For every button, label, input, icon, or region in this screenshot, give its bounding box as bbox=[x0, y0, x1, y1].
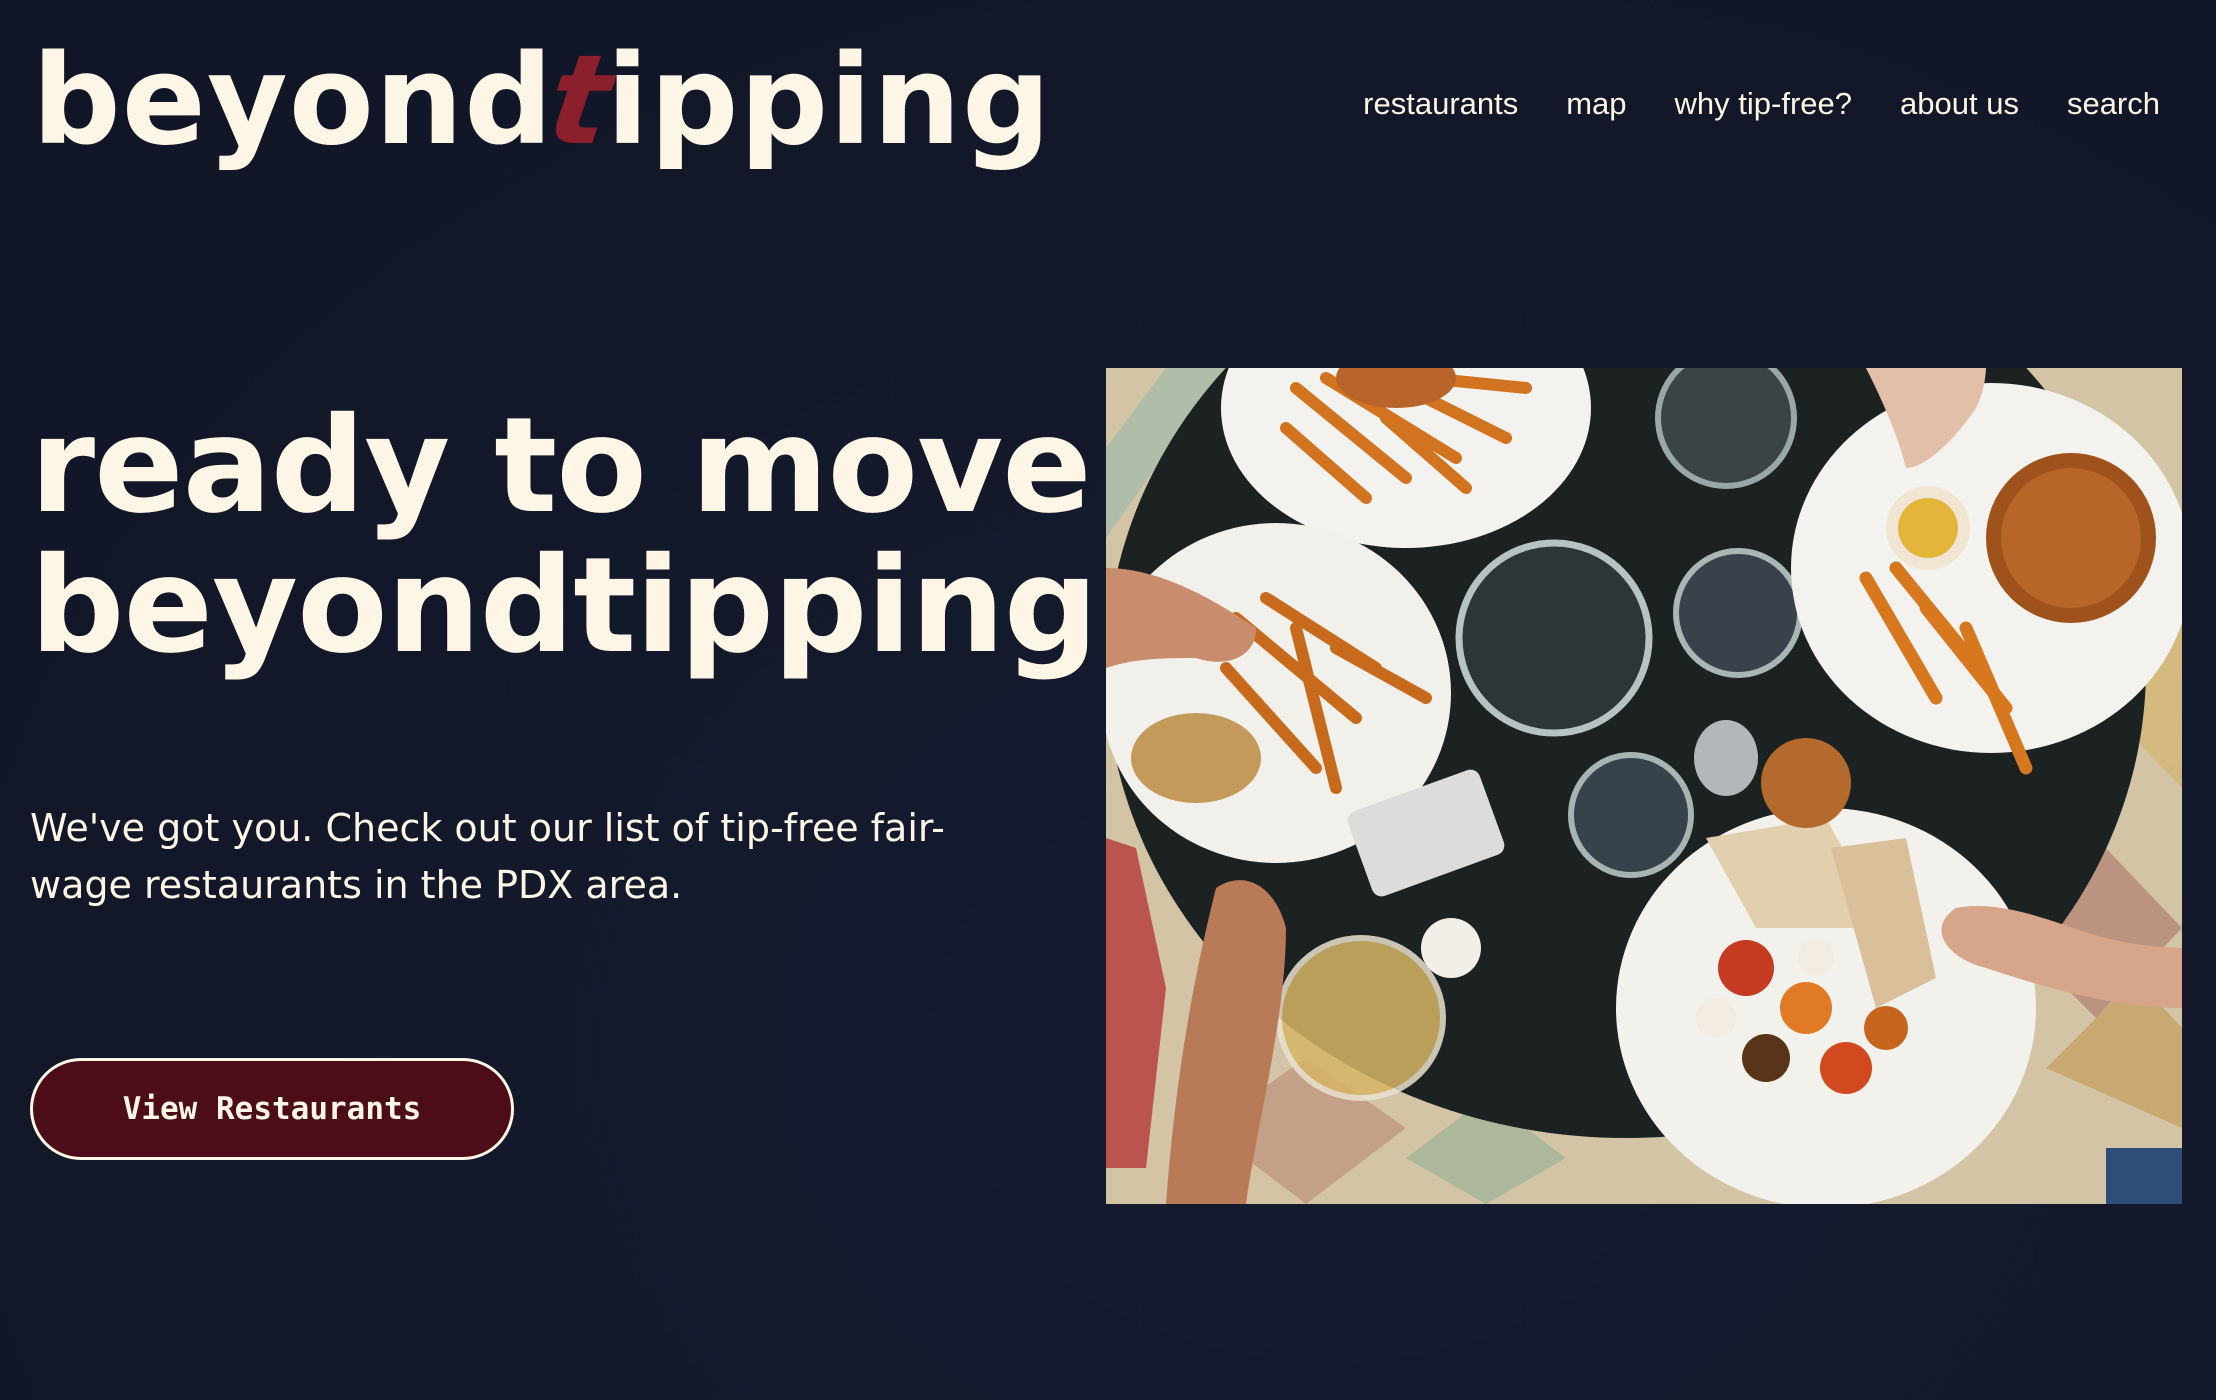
logo-text-before: beyond bbox=[32, 29, 554, 173]
logo-text-after: ipping bbox=[606, 29, 1052, 173]
nav-link-map[interactable]: map bbox=[1566, 86, 1626, 122]
hero-title-line-1: ready to move bbox=[30, 389, 1092, 543]
main-nav: restaurants map why tip-free? about us s… bbox=[1363, 86, 2160, 122]
hero-title-line-2: beyondtipping? bbox=[30, 529, 1174, 683]
nav-link-about-us[interactable]: about us bbox=[1900, 86, 2019, 122]
view-restaurants-button[interactable]: View Restaurants bbox=[30, 1058, 514, 1160]
nav-link-why-tip-free[interactable]: why tip-free? bbox=[1675, 86, 1852, 122]
site-logo[interactable]: beyond t ipping bbox=[32, 26, 1052, 176]
hero-subtitle: We've got you. Check out our list of tip… bbox=[30, 806, 945, 907]
hero-food-photo bbox=[1106, 368, 2182, 1204]
nav-link-search[interactable]: search bbox=[2067, 86, 2160, 122]
hero-title: ready to move beyondtipping? bbox=[30, 389, 1174, 683]
page: beyond t ipping restaurants map why tip-fr… bbox=[0, 0, 2216, 1400]
nav-link-restaurants[interactable]: restaurants bbox=[1363, 86, 1518, 122]
